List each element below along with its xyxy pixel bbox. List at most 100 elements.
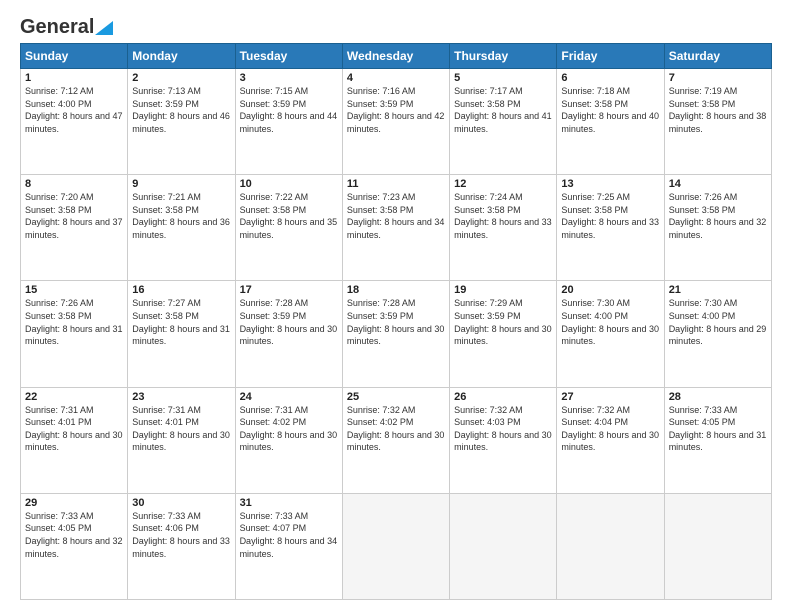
calendar-day-cell: 7 Sunrise: 7:19 AMSunset: 3:58 PMDayligh… — [664, 69, 771, 175]
day-number: 19 — [454, 284, 552, 296]
day-number: 27 — [561, 391, 659, 403]
day-number: 10 — [240, 178, 338, 190]
calendar-day-cell: 6 Sunrise: 7:18 AMSunset: 3:58 PMDayligh… — [557, 69, 664, 175]
day-number: 11 — [347, 178, 445, 190]
day-info: Sunrise: 7:18 AMSunset: 3:58 PMDaylight:… — [561, 86, 659, 134]
calendar-day-cell: 17 Sunrise: 7:28 AMSunset: 3:59 PMDaylig… — [235, 281, 342, 387]
day-info: Sunrise: 7:32 AMSunset: 4:02 PMDaylight:… — [347, 405, 445, 453]
calendar-day-cell: 19 Sunrise: 7:29 AMSunset: 3:59 PMDaylig… — [450, 281, 557, 387]
day-info: Sunrise: 7:13 AMSunset: 3:59 PMDaylight:… — [132, 86, 230, 134]
day-number: 23 — [132, 391, 230, 403]
day-number: 15 — [25, 284, 123, 296]
day-info: Sunrise: 7:20 AMSunset: 3:58 PMDaylight:… — [25, 192, 123, 240]
calendar-day-cell: 28 Sunrise: 7:33 AMSunset: 4:05 PMDaylig… — [664, 387, 771, 493]
calendar-week-row: 1 Sunrise: 7:12 AMSunset: 4:00 PMDayligh… — [21, 69, 772, 175]
day-number: 4 — [347, 72, 445, 84]
day-number: 17 — [240, 284, 338, 296]
day-number: 2 — [132, 72, 230, 84]
calendar-day-cell: 10 Sunrise: 7:22 AMSunset: 3:58 PMDaylig… — [235, 175, 342, 281]
calendar-day-cell: 11 Sunrise: 7:23 AMSunset: 3:58 PMDaylig… — [342, 175, 449, 281]
day-info: Sunrise: 7:19 AMSunset: 3:58 PMDaylight:… — [669, 86, 767, 134]
day-number: 31 — [240, 497, 338, 509]
calendar-day-cell: 22 Sunrise: 7:31 AMSunset: 4:01 PMDaylig… — [21, 387, 128, 493]
day-number: 30 — [132, 497, 230, 509]
calendar-day-cell: 29 Sunrise: 7:33 AMSunset: 4:05 PMDaylig… — [21, 493, 128, 599]
day-info: Sunrise: 7:23 AMSunset: 3:58 PMDaylight:… — [347, 192, 445, 240]
calendar-day-cell — [557, 493, 664, 599]
logo: General — [20, 16, 113, 35]
calendar-week-row: 8 Sunrise: 7:20 AMSunset: 3:58 PMDayligh… — [21, 175, 772, 281]
day-number: 12 — [454, 178, 552, 190]
calendar-day-cell — [450, 493, 557, 599]
day-info: Sunrise: 7:29 AMSunset: 3:59 PMDaylight:… — [454, 298, 552, 346]
day-info: Sunrise: 7:27 AMSunset: 3:58 PMDaylight:… — [132, 298, 230, 346]
day-info: Sunrise: 7:31 AMSunset: 4:01 PMDaylight:… — [132, 405, 230, 453]
page: General SundayMondayTuesdayWednesdayThur… — [0, 0, 792, 612]
day-info: Sunrise: 7:12 AMSunset: 4:00 PMDaylight:… — [25, 86, 123, 134]
calendar-day-cell: 14 Sunrise: 7:26 AMSunset: 3:58 PMDaylig… — [664, 175, 771, 281]
day-info: Sunrise: 7:26 AMSunset: 3:58 PMDaylight:… — [25, 298, 123, 346]
weekday-header: Wednesday — [342, 44, 449, 69]
day-info: Sunrise: 7:32 AMSunset: 4:04 PMDaylight:… — [561, 405, 659, 453]
day-info: Sunrise: 7:25 AMSunset: 3:58 PMDaylight:… — [561, 192, 659, 240]
calendar-header-row: SundayMondayTuesdayWednesdayThursdayFrid… — [21, 44, 772, 69]
calendar-day-cell: 24 Sunrise: 7:31 AMSunset: 4:02 PMDaylig… — [235, 387, 342, 493]
weekday-header: Thursday — [450, 44, 557, 69]
weekday-header: Sunday — [21, 44, 128, 69]
calendar-week-row: 22 Sunrise: 7:31 AMSunset: 4:01 PMDaylig… — [21, 387, 772, 493]
logo-icon — [95, 17, 113, 35]
calendar-day-cell: 8 Sunrise: 7:20 AMSunset: 3:58 PMDayligh… — [21, 175, 128, 281]
calendar-day-cell: 18 Sunrise: 7:28 AMSunset: 3:59 PMDaylig… — [342, 281, 449, 387]
day-number: 24 — [240, 391, 338, 403]
calendar-week-row: 15 Sunrise: 7:26 AMSunset: 3:58 PMDaylig… — [21, 281, 772, 387]
day-number: 14 — [669, 178, 767, 190]
calendar-day-cell: 30 Sunrise: 7:33 AMSunset: 4:06 PMDaylig… — [128, 493, 235, 599]
day-number: 29 — [25, 497, 123, 509]
calendar-day-cell: 26 Sunrise: 7:32 AMSunset: 4:03 PMDaylig… — [450, 387, 557, 493]
calendar-day-cell: 20 Sunrise: 7:30 AMSunset: 4:00 PMDaylig… — [557, 281, 664, 387]
calendar-day-cell: 12 Sunrise: 7:24 AMSunset: 3:58 PMDaylig… — [450, 175, 557, 281]
day-number: 7 — [669, 72, 767, 84]
day-number: 26 — [454, 391, 552, 403]
day-info: Sunrise: 7:30 AMSunset: 4:00 PMDaylight:… — [561, 298, 659, 346]
day-info: Sunrise: 7:22 AMSunset: 3:58 PMDaylight:… — [240, 192, 338, 240]
calendar-day-cell: 2 Sunrise: 7:13 AMSunset: 3:59 PMDayligh… — [128, 69, 235, 175]
day-number: 9 — [132, 178, 230, 190]
day-number: 28 — [669, 391, 767, 403]
day-number: 13 — [561, 178, 659, 190]
calendar-day-cell: 9 Sunrise: 7:21 AMSunset: 3:58 PMDayligh… — [128, 175, 235, 281]
day-info: Sunrise: 7:26 AMSunset: 3:58 PMDaylight:… — [669, 192, 767, 240]
day-number: 8 — [25, 178, 123, 190]
day-info: Sunrise: 7:16 AMSunset: 3:59 PMDaylight:… — [347, 86, 445, 134]
calendar-day-cell: 1 Sunrise: 7:12 AMSunset: 4:00 PMDayligh… — [21, 69, 128, 175]
day-number: 18 — [347, 284, 445, 296]
day-info: Sunrise: 7:33 AMSunset: 4:06 PMDaylight:… — [132, 511, 230, 559]
weekday-header: Saturday — [664, 44, 771, 69]
day-info: Sunrise: 7:24 AMSunset: 3:58 PMDaylight:… — [454, 192, 552, 240]
calendar-day-cell: 3 Sunrise: 7:15 AMSunset: 3:59 PMDayligh… — [235, 69, 342, 175]
day-info: Sunrise: 7:28 AMSunset: 3:59 PMDaylight:… — [240, 298, 338, 346]
day-info: Sunrise: 7:30 AMSunset: 4:00 PMDaylight:… — [669, 298, 767, 346]
day-number: 25 — [347, 391, 445, 403]
calendar-day-cell: 27 Sunrise: 7:32 AMSunset: 4:04 PMDaylig… — [557, 387, 664, 493]
calendar-day-cell: 16 Sunrise: 7:27 AMSunset: 3:58 PMDaylig… — [128, 281, 235, 387]
day-info: Sunrise: 7:33 AMSunset: 4:07 PMDaylight:… — [240, 511, 338, 559]
day-info: Sunrise: 7:32 AMSunset: 4:03 PMDaylight:… — [454, 405, 552, 453]
calendar-week-row: 29 Sunrise: 7:33 AMSunset: 4:05 PMDaylig… — [21, 493, 772, 599]
day-info: Sunrise: 7:28 AMSunset: 3:59 PMDaylight:… — [347, 298, 445, 346]
day-number: 5 — [454, 72, 552, 84]
weekday-header: Tuesday — [235, 44, 342, 69]
day-info: Sunrise: 7:33 AMSunset: 4:05 PMDaylight:… — [669, 405, 767, 453]
day-number: 1 — [25, 72, 123, 84]
calendar-day-cell: 4 Sunrise: 7:16 AMSunset: 3:59 PMDayligh… — [342, 69, 449, 175]
calendar-day-cell: 21 Sunrise: 7:30 AMSunset: 4:00 PMDaylig… — [664, 281, 771, 387]
day-number: 22 — [25, 391, 123, 403]
day-number: 21 — [669, 284, 767, 296]
day-info: Sunrise: 7:31 AMSunset: 4:01 PMDaylight:… — [25, 405, 123, 453]
calendar-body: 1 Sunrise: 7:12 AMSunset: 4:00 PMDayligh… — [21, 69, 772, 600]
day-number: 6 — [561, 72, 659, 84]
calendar-day-cell: 23 Sunrise: 7:31 AMSunset: 4:01 PMDaylig… — [128, 387, 235, 493]
logo-general: General — [20, 16, 94, 39]
day-info: Sunrise: 7:21 AMSunset: 3:58 PMDaylight:… — [132, 192, 230, 240]
day-info: Sunrise: 7:15 AMSunset: 3:59 PMDaylight:… — [240, 86, 338, 134]
